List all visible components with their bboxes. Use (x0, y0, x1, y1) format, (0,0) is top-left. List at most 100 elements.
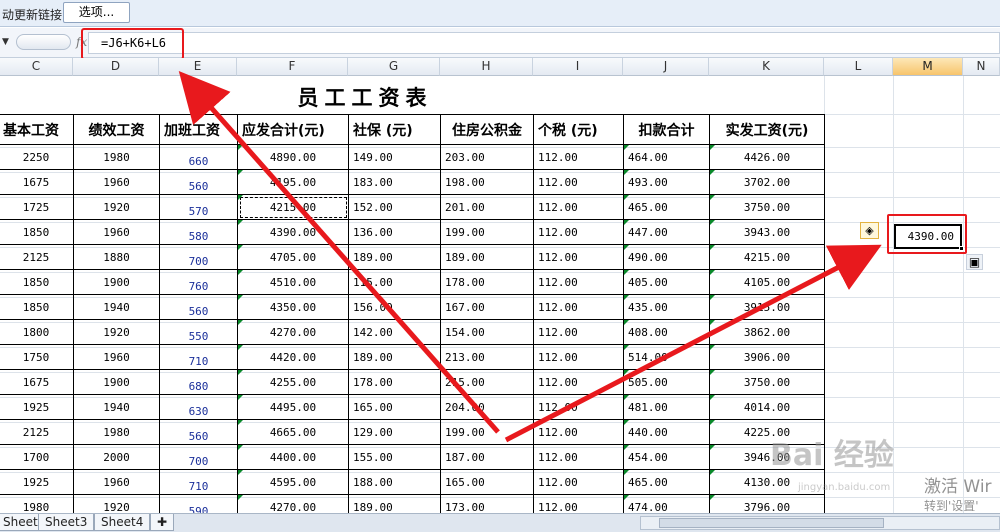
cell-net-pay[interactable]: 3915.00 (709, 294, 825, 320)
cell-overtime-pay[interactable]: 700 (159, 244, 238, 270)
cell-social-security[interactable]: 152.00 (348, 194, 441, 220)
cell-overtime-pay[interactable]: 560 (159, 419, 238, 445)
cell-performance-pay[interactable]: 1940 (73, 294, 160, 320)
cell-deduction-total[interactable]: 465.00 (623, 469, 710, 495)
cell-base-salary[interactable]: 1800 (0, 319, 74, 345)
cell-overtime-pay[interactable]: 560 (159, 294, 238, 320)
cell-social-security[interactable]: 155.00 (348, 444, 441, 470)
cell-social-security[interactable]: 136.00 (348, 219, 441, 245)
cell-performance-pay[interactable]: 2000 (73, 444, 160, 470)
cell-base-salary[interactable]: 2125 (0, 419, 74, 445)
cell-income-tax[interactable]: 112.00 (533, 444, 624, 470)
cell-base-salary[interactable]: 1725 (0, 194, 74, 220)
cell-income-tax[interactable]: 112.00 (533, 194, 624, 220)
cell-housing-fund[interactable]: 167.00 (440, 294, 534, 320)
options-button[interactable]: 选项... (63, 2, 130, 23)
column-header-k[interactable]: K (709, 58, 824, 76)
cell-social-security[interactable]: 156.00 (348, 294, 441, 320)
cell-income-tax[interactable]: 112.00 (533, 269, 624, 295)
cell-base-salary[interactable]: 1750 (0, 344, 74, 370)
cell-deduction-total[interactable]: 474.00 (623, 494, 710, 513)
cell-performance-pay[interactable]: 1960 (73, 169, 160, 195)
column-header-l[interactable]: L (824, 58, 893, 76)
cell-performance-pay[interactable]: 1880 (73, 244, 160, 270)
cell-gross-total[interactable]: 4270.00 (237, 319, 349, 345)
cell-housing-fund[interactable]: 187.00 (440, 444, 534, 470)
cell-deduction-total[interactable]: 405.00 (623, 269, 710, 295)
cell-social-security[interactable]: 183.00 (348, 169, 441, 195)
cell-housing-fund[interactable]: 154.00 (440, 319, 534, 345)
cell-income-tax[interactable]: 112.00 (533, 219, 624, 245)
cell-performance-pay[interactable]: 1980 (73, 144, 160, 170)
cell-gross-total[interactable]: 4495.00 (237, 394, 349, 420)
cell-base-salary[interactable]: 1700 (0, 444, 74, 470)
sheet-tab-sheet4[interactable]: Sheet4 (94, 514, 151, 531)
cell-performance-pay[interactable]: 1940 (73, 394, 160, 420)
cell-performance-pay[interactable]: 1900 (73, 269, 160, 295)
cell-performance-pay[interactable]: 1960 (73, 344, 160, 370)
cell-income-tax[interactable]: 112.00 (533, 169, 624, 195)
cell-deduction-total[interactable]: 447.00 (623, 219, 710, 245)
cell-base-salary[interactable]: 2250 (0, 144, 74, 170)
cell-overtime-pay[interactable]: 590 (159, 494, 238, 513)
header-base-salary[interactable]: 基本工资 (0, 114, 74, 145)
cell-income-tax[interactable]: 112.00 (533, 469, 624, 495)
cell-net-pay[interactable]: 3862.00 (709, 319, 825, 345)
cell-performance-pay[interactable]: 1920 (73, 194, 160, 220)
formula-bar-resize-handle[interactable] (16, 34, 71, 50)
cell-housing-fund[interactable]: 203.00 (440, 144, 534, 170)
cell-deduction-total[interactable]: 454.00 (623, 444, 710, 470)
header-income-tax[interactable]: 个税 (元) (533, 114, 624, 145)
cell-performance-pay[interactable]: 1980 (73, 419, 160, 445)
cell-net-pay[interactable]: 3796.00 (709, 494, 825, 513)
cell-net-pay[interactable]: 3906.00 (709, 344, 825, 370)
header-housing-fund[interactable]: 住房公积金 (440, 114, 534, 145)
cell-base-salary[interactable]: 1850 (0, 269, 74, 295)
cell-overtime-pay[interactable]: 710 (159, 469, 238, 495)
cell-gross-total[interactable]: 4420.00 (237, 344, 349, 370)
cell-net-pay[interactable]: 3943.00 (709, 219, 825, 245)
cell-gross-total[interactable]: 4705.00 (237, 244, 349, 270)
cell-net-pay[interactable]: 3750.00 (709, 194, 825, 220)
cell-overtime-pay[interactable]: 710 (159, 344, 238, 370)
cell-gross-total[interactable]: 4350.00 (237, 294, 349, 320)
header-net-pay[interactable]: 实发工资(元) (709, 114, 825, 145)
cell-housing-fund[interactable]: 173.00 (440, 494, 534, 513)
cell-housing-fund[interactable]: 199.00 (440, 419, 534, 445)
cell-income-tax[interactable]: 112.00 (533, 294, 624, 320)
cell-social-security[interactable]: 188.00 (348, 469, 441, 495)
formula-input[interactable]: =J6+K6+L6 (88, 32, 1000, 54)
cell-performance-pay[interactable]: 1960 (73, 219, 160, 245)
column-header-h[interactable]: H (440, 58, 533, 76)
scrollbar-thumb[interactable] (659, 518, 884, 528)
cell-deduction-total[interactable]: 505.00 (623, 369, 710, 395)
cell-net-pay[interactable]: 4215.00 (709, 244, 825, 270)
header-gross-total[interactable]: 应发合计(元) (237, 114, 349, 145)
cell-net-pay[interactable]: 3702.00 (709, 169, 825, 195)
column-header-m[interactable]: M (893, 58, 963, 76)
cell-deduction-total[interactable]: 464.00 (623, 144, 710, 170)
cell-deduction-total[interactable]: 408.00 (623, 319, 710, 345)
cell-net-pay[interactable]: 4014.00 (709, 394, 825, 420)
cell-net-pay[interactable]: 3750.00 (709, 369, 825, 395)
cell-performance-pay[interactable]: 1920 (73, 494, 160, 513)
cell-social-security[interactable]: 115.00 (348, 269, 441, 295)
cell-gross-total[interactable]: 4890.00 (237, 144, 349, 170)
cell-performance-pay[interactable]: 1960 (73, 469, 160, 495)
cell-social-security[interactable]: 165.00 (348, 394, 441, 420)
header-deduction-total[interactable]: 扣款合计 (623, 114, 710, 145)
column-header-c[interactable]: C (0, 58, 73, 76)
cell-housing-fund[interactable]: 213.00 (440, 344, 534, 370)
cell-housing-fund[interactable]: 215.00 (440, 369, 534, 395)
cell-overtime-pay[interactable]: 700 (159, 444, 238, 470)
cell-income-tax[interactable]: 112.00 (533, 394, 624, 420)
header-social-security[interactable]: 社保 (元) (348, 114, 441, 145)
name-box-dropdown-icon[interactable]: ▼ (2, 37, 9, 47)
cell-social-security[interactable]: 178.00 (348, 369, 441, 395)
cell-housing-fund[interactable]: 178.00 (440, 269, 534, 295)
cell-performance-pay[interactable]: 1920 (73, 319, 160, 345)
cell-deduction-total[interactable]: 493.00 (623, 169, 710, 195)
cell-base-salary[interactable]: 2125 (0, 244, 74, 270)
cell-social-security[interactable]: 129.00 (348, 419, 441, 445)
cell-base-salary[interactable]: 1925 (0, 469, 74, 495)
